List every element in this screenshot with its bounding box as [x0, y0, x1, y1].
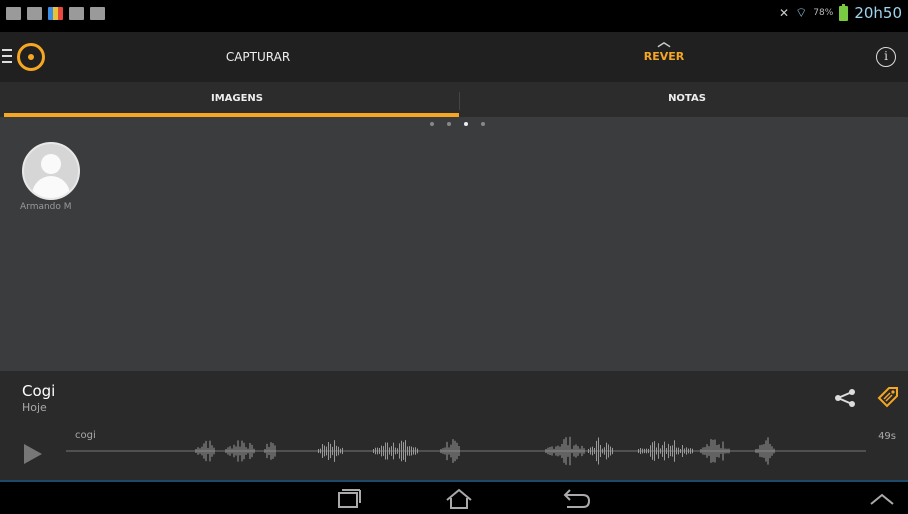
recording-date: Hoje — [22, 401, 47, 414]
battery-percent: 78% — [813, 8, 834, 18]
pager-dots — [430, 122, 485, 126]
navigation-bar — [0, 482, 908, 514]
tab-divider — [459, 92, 460, 110]
recents-icon[interactable] — [330, 487, 366, 511]
contact-name: Armando M — [20, 202, 72, 212]
audio-waveform[interactable] — [66, 433, 866, 469]
system-status: ✕ ⌔ 78% 20h50 — [779, 3, 902, 22]
mute-icon: ✕ — [779, 6, 790, 20]
chevron-up-icon: ︿ — [657, 35, 671, 50]
menu-lines-icon[interactable] — [2, 49, 12, 63]
mail-notification-icon — [27, 7, 42, 20]
clock: 20h50 — [854, 4, 902, 22]
action-bar: CAPTURAR ︿ REVER i — [0, 32, 908, 82]
back-icon[interactable] — [557, 487, 593, 511]
google-plus-notification-icon — [69, 7, 84, 20]
pager-dot[interactable] — [481, 122, 485, 126]
gallery-notification-icon — [6, 7, 21, 20]
chevron-up-icon[interactable] — [864, 487, 900, 511]
home-icon[interactable] — [441, 487, 477, 511]
app-logo-icon[interactable] — [17, 43, 45, 71]
battery-icon — [839, 3, 849, 21]
pager-dot-active[interactable] — [464, 122, 468, 126]
tab-imagens[interactable]: IMAGENS — [137, 93, 337, 104]
wifi-icon: ⌔ — [795, 6, 808, 21]
images-pane: Armando M — [0, 117, 908, 371]
info-icon[interactable]: i — [876, 47, 896, 67]
play-icon[interactable] — [24, 444, 42, 464]
avatar-head — [41, 154, 61, 174]
tab-rever-label: REVER — [643, 50, 685, 63]
tab-notas[interactable]: NOTAS — [587, 93, 787, 104]
tag-icon[interactable] — [876, 385, 900, 409]
tab-rever[interactable]: ︿ REVER — [620, 35, 708, 64]
avatar-body — [32, 176, 70, 198]
recording-panel: Cogi Hoje cogi 49s — [0, 371, 908, 482]
notification-icons — [6, 7, 105, 20]
contact-avatar[interactable] — [22, 142, 80, 200]
recording-title: Cogi — [22, 382, 56, 400]
share-icon[interactable] — [833, 388, 857, 408]
tab-capturar[interactable]: CAPTURAR — [210, 50, 306, 64]
track-duration: 49s — [878, 431, 896, 442]
app-notification-icon — [48, 7, 63, 20]
pager-dot[interactable] — [447, 122, 451, 126]
pager-dot[interactable] — [430, 122, 434, 126]
upload-notification-icon — [90, 7, 105, 20]
status-bar: ✕ ⌔ 78% 20h50 — [0, 0, 908, 32]
